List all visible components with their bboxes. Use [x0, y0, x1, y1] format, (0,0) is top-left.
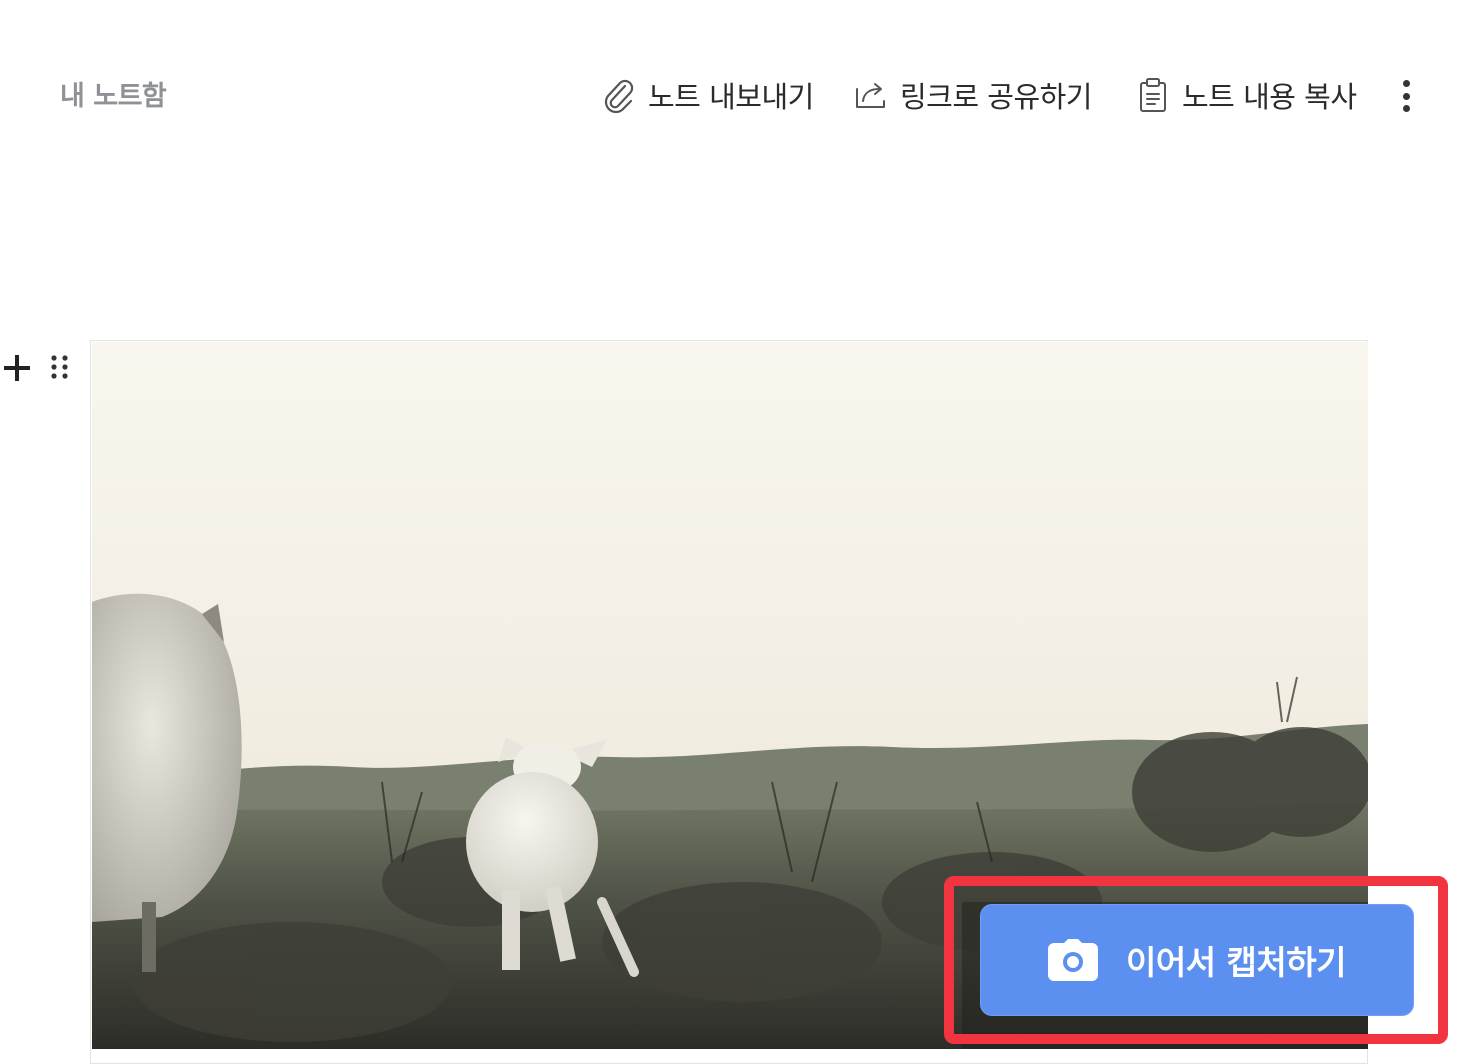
continue-capture-button[interactable]: 이어서 캡처하기 — [980, 904, 1414, 1016]
more-dot — [1402, 80, 1410, 87]
more-dot — [1402, 105, 1410, 112]
breadcrumb-my-notes[interactable]: 내 노트함 — [60, 74, 167, 113]
copy-note-label: 노트 내용 복사 — [1182, 80, 1357, 114]
export-note-button[interactable]: 노트 내보내기 — [602, 70, 814, 120]
paperclip-icon — [602, 75, 636, 115]
plus-icon[interactable] — [2, 352, 32, 384]
share-link-button[interactable]: 링크로 공유하기 — [854, 70, 1092, 120]
more-dot — [1402, 92, 1410, 100]
continue-capture-label: 이어서 캡처하기 — [1125, 943, 1347, 982]
camera-icon — [1047, 939, 1098, 981]
share-icon — [854, 75, 888, 115]
more-vertical-icon[interactable] — [1390, 76, 1422, 116]
clipboard-icon — [1136, 75, 1170, 115]
copy-note-button[interactable]: 노트 내용 복사 — [1136, 70, 1357, 120]
note-page: 내 노트함 노트 내보내기 링크로 공유하기 노트 내용 복사 이어서 캡처하기 — [0, 0, 1464, 1064]
drag-handle-icon[interactable] — [48, 354, 72, 384]
export-note-label: 노트 내보내기 — [648, 80, 814, 114]
share-link-label: 링크로 공유하기 — [900, 80, 1092, 114]
